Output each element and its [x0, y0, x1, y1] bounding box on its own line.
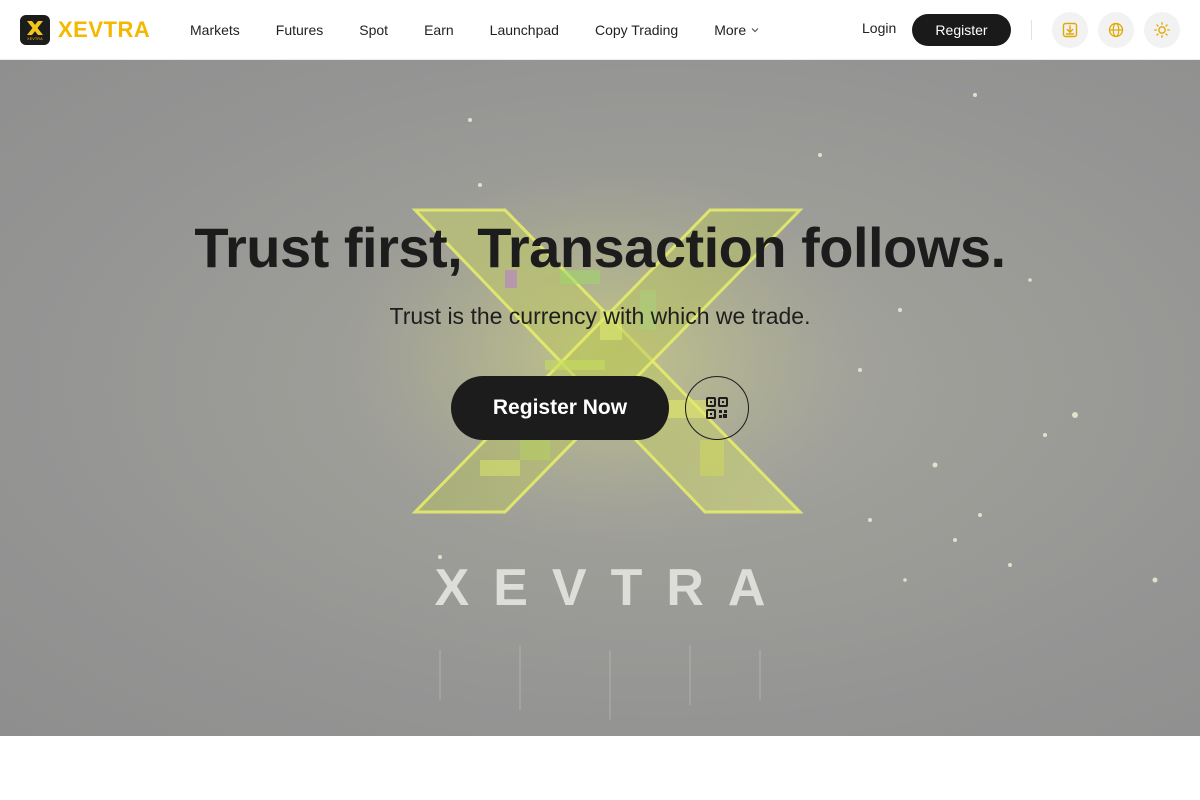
globe-icon	[1108, 22, 1124, 38]
sun-icon	[1154, 22, 1170, 38]
hero-title: Trust first, Transaction follows.	[194, 216, 1006, 279]
top-navbar: XEVTRA XEVTRA Markets Futures Spot Earn …	[0, 0, 1200, 60]
chevron-down-icon	[751, 28, 759, 33]
qr-code-button[interactable]	[685, 376, 749, 440]
language-button[interactable]	[1098, 12, 1134, 48]
nav-item-more[interactable]: More	[714, 22, 759, 38]
nav-item-spot[interactable]: Spot	[359, 22, 388, 38]
nav-item-futures[interactable]: Futures	[276, 22, 323, 38]
nav-item-copy-trading[interactable]: Copy Trading	[595, 22, 678, 38]
brand-name: XEVTRA	[58, 17, 151, 42]
nav-divider	[1031, 20, 1032, 40]
logo-badge-text: XEVTRA	[27, 36, 43, 41]
login-link[interactable]: Login	[862, 20, 896, 36]
register-button[interactable]: Register	[912, 14, 1011, 46]
nav-item-markets[interactable]: Markets	[190, 22, 240, 38]
download-icon	[1062, 22, 1078, 38]
theme-toggle-button[interactable]	[1144, 12, 1180, 48]
main-nav: Markets Futures Spot Earn Launchpad Copy…	[190, 0, 795, 60]
download-app-button[interactable]	[1052, 12, 1088, 48]
nav-item-more-label: More	[714, 22, 747, 38]
hero-brand-wordmark: XEVTRA	[434, 559, 790, 617]
hero-section: Trust first, Transaction follows. Trust …	[0, 60, 1200, 736]
logo-badge-icon: XEVTRA	[20, 15, 50, 45]
brand-logo[interactable]: XEVTRA XEVTRA	[20, 14, 150, 46]
hero-subtitle: Trust is the currency with which we trad…	[389, 303, 811, 329]
nav-item-earn[interactable]: Earn	[424, 22, 454, 38]
nav-item-launchpad[interactable]: Launchpad	[490, 22, 559, 38]
qr-code-icon	[706, 397, 728, 419]
register-now-button[interactable]: Register Now	[451, 376, 669, 440]
